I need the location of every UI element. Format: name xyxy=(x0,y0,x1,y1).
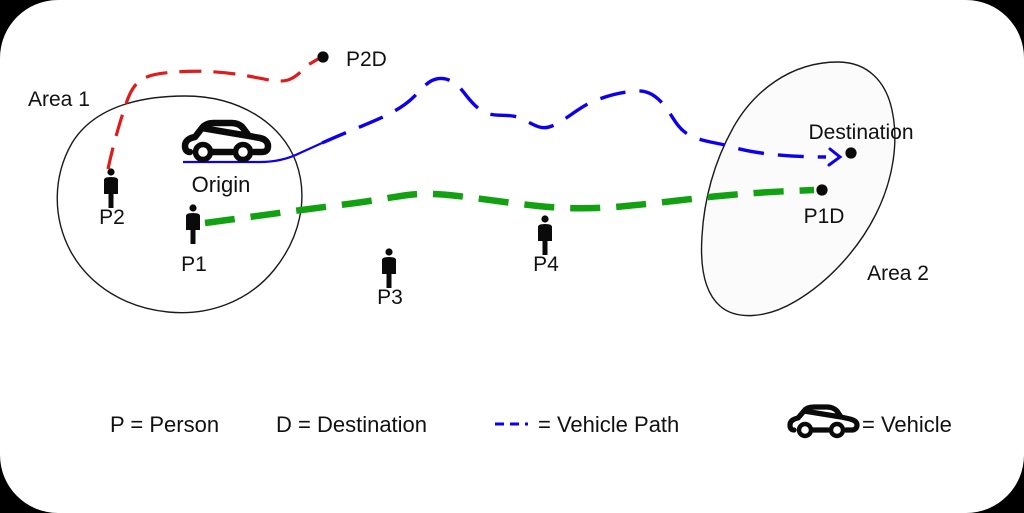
person-p2-label: P2 xyxy=(99,206,125,229)
p2d-dot xyxy=(317,51,329,63)
area-1-label: Area 1 xyxy=(28,88,90,111)
area-1-outline xyxy=(56,95,303,314)
p1d-dot xyxy=(816,184,828,196)
person-p1-label: P1 xyxy=(181,253,207,276)
car-wheel-rear xyxy=(828,421,846,439)
person-head xyxy=(107,168,115,176)
car-icon xyxy=(787,404,860,439)
legend-vehicle-path-text: = Vehicle Path xyxy=(538,412,679,437)
area-2-label: Area 2 xyxy=(867,262,929,285)
p2d-label: P2D xyxy=(346,48,387,71)
legend-person-text: P = Person xyxy=(110,412,219,437)
person-p3 xyxy=(382,248,396,288)
diagram-canvas: Origin P1 P2 P3 P4 P2D P1D Destination A… xyxy=(28,48,952,439)
person-p4 xyxy=(538,215,552,255)
person-head xyxy=(541,215,549,223)
person-head xyxy=(385,248,393,256)
person-p4-label: P4 xyxy=(533,253,559,276)
diagram-card: Origin P1 P2 P3 P4 P2D P1D Destination A… xyxy=(0,0,1024,513)
p1d-label: P1D xyxy=(804,205,845,228)
legend-destination-text: D = Destination xyxy=(276,412,427,437)
diagram-root: Origin P1 P2 P3 P4 P2D P1D Destination A… xyxy=(0,0,1024,513)
origin-label: Origin xyxy=(192,172,251,197)
area-2-outline xyxy=(700,61,896,317)
person-head xyxy=(189,204,197,212)
car-wheel-front xyxy=(796,421,814,439)
car-wheel-front xyxy=(192,141,214,163)
car-wheel-rear xyxy=(232,141,254,163)
destination-label: Destination xyxy=(808,121,913,144)
person-body xyxy=(382,257,396,288)
person-p3-label: P3 xyxy=(377,286,403,309)
legend-vehicle-text: = Vehicle xyxy=(862,412,952,437)
person-body xyxy=(538,224,552,255)
destination-dot xyxy=(845,147,857,159)
